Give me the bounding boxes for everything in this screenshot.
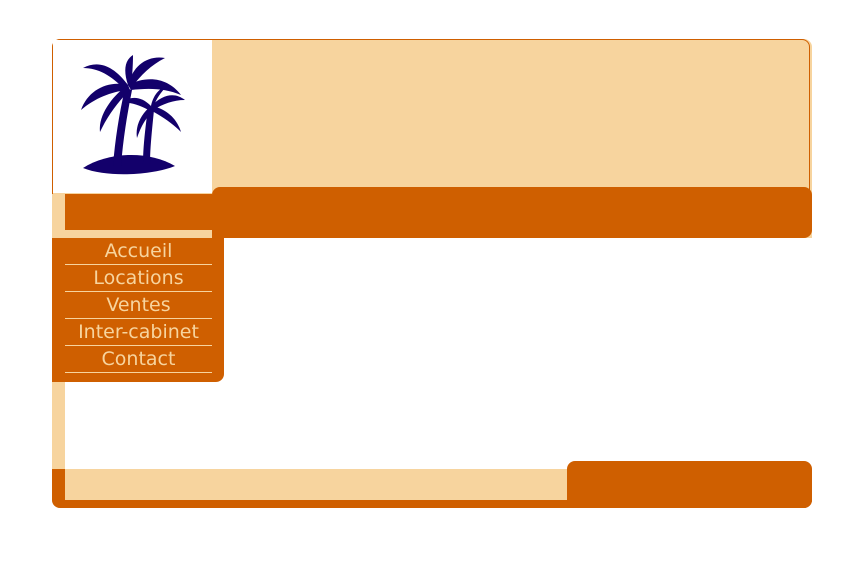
header-band-strip xyxy=(52,194,65,230)
nav-top-strip xyxy=(52,230,212,238)
footer-left-panel xyxy=(65,469,567,500)
nav-foot xyxy=(52,372,65,382)
nav-item-accueil[interactable]: Accueil xyxy=(65,238,212,265)
header-band xyxy=(212,187,812,238)
header-band-left xyxy=(52,194,212,230)
footer-right-panel xyxy=(567,461,812,508)
nav-item-ventes[interactable]: Ventes xyxy=(65,292,212,319)
nav-item-locations[interactable]: Locations xyxy=(65,265,212,292)
logo xyxy=(53,40,212,193)
nav-item-inter-cabinet[interactable]: Inter-cabinet xyxy=(65,319,212,346)
nav-item-contact[interactable]: Contact xyxy=(65,346,212,373)
nav-list: Accueil Locations Ventes Inter-cabinet C… xyxy=(65,238,212,373)
palm-trees-icon xyxy=(81,55,185,175)
